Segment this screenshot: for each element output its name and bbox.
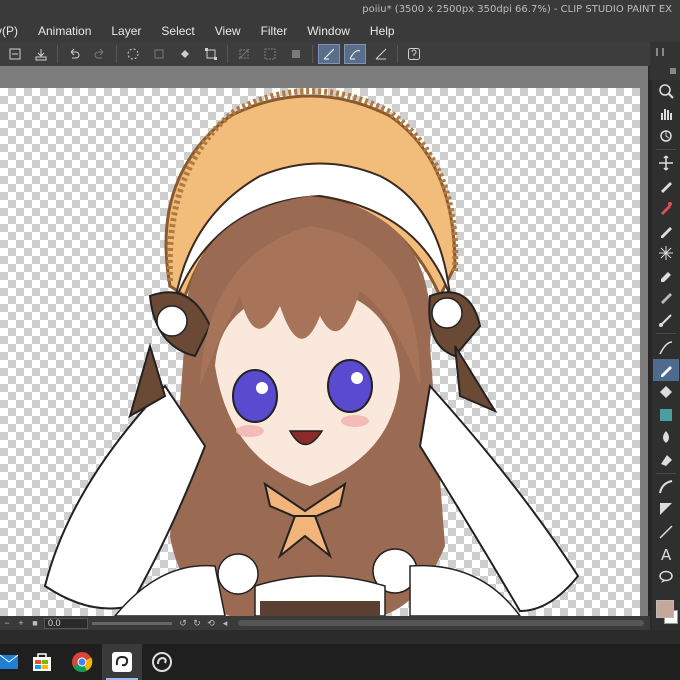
zoom-icon[interactable] (653, 80, 679, 102)
clip-studio-paint-icon[interactable] (142, 644, 182, 680)
menu-filter[interactable]: Filter (251, 20, 298, 42)
selection-icon[interactable] (653, 175, 679, 197)
airbrush-icon[interactable] (653, 287, 679, 309)
rotate-left-icon[interactable]: ↺ (176, 618, 190, 629)
mail-icon[interactable] (0, 644, 22, 680)
transform-icon[interactable] (200, 44, 222, 64)
color-swatches (652, 596, 680, 630)
snap-grid-icon[interactable] (370, 44, 392, 64)
gradient-icon[interactable] (653, 404, 679, 426)
save-icon[interactable] (30, 44, 52, 64)
snap-special-ruler-icon[interactable] (344, 44, 366, 64)
move-icon[interactable] (653, 152, 679, 174)
clear-icon[interactable] (148, 44, 170, 64)
new-file-icon[interactable] (4, 44, 26, 64)
rotation-field[interactable]: 0.0 (44, 617, 88, 629)
palette-header (650, 42, 680, 80)
snap-ruler-icon[interactable] (318, 44, 340, 64)
menu-view[interactable]: View (205, 20, 251, 42)
fill-icon[interactable] (653, 381, 679, 403)
redo-icon[interactable] (89, 44, 111, 64)
menu-story[interactable]: ry(P) (0, 20, 28, 42)
rotate-right-icon[interactable]: ↻ (190, 618, 204, 629)
menu-window[interactable]: Window (297, 20, 360, 42)
help-icon[interactable] (403, 44, 425, 64)
command-bar (0, 42, 650, 66)
horizontal-scrollbar[interactable] (238, 620, 644, 626)
figure-icon[interactable] (653, 426, 679, 448)
hand-icon[interactable] (653, 102, 679, 124)
rotation-slider[interactable] (92, 621, 172, 625)
pencil-icon[interactable] (653, 242, 679, 264)
eraser-icon[interactable] (653, 336, 679, 358)
toolbar-divider (312, 45, 313, 63)
zoom-out-icon[interactable]: − (0, 618, 14, 628)
text-icon[interactable] (653, 476, 679, 498)
menu-animation[interactable]: Animation (28, 20, 101, 42)
frame-icon[interactable] (653, 448, 679, 470)
stop-icon[interactable]: ■ (28, 618, 42, 628)
loading-icon[interactable] (122, 44, 144, 64)
toolbar-divider (57, 45, 58, 63)
windows-taskbar (0, 644, 680, 680)
canvas-area[interactable] (0, 66, 648, 616)
fill-icon[interactable] (174, 44, 196, 64)
toolbar-divider (397, 45, 398, 63)
tool-divider (656, 333, 676, 335)
clip-studio-window: poiiu* (3500 x 2500px 350dpi 66.7%) - CL… (0, 0, 680, 680)
decoration-icon[interactable] (653, 309, 679, 331)
flip-icon[interactable]: ◂ (218, 618, 232, 629)
blend-icon[interactable] (653, 358, 679, 382)
undo-icon[interactable] (63, 44, 85, 64)
balloon-icon[interactable] (653, 498, 679, 520)
chrome-icon[interactable] (62, 644, 102, 680)
eyedropper-icon[interactable] (653, 197, 679, 219)
deselect-icon[interactable] (285, 44, 307, 64)
toolbar-divider (116, 45, 117, 63)
select-all-icon[interactable] (259, 44, 281, 64)
svg-text:A: A (661, 546, 672, 562)
ruler-icon[interactable]: A (653, 543, 679, 565)
window-title: poiiu* (3500 x 2500px 350dpi 66.7%) - CL… (362, 4, 672, 15)
zoom-in-icon[interactable]: + (14, 618, 28, 628)
tool-divider (656, 149, 676, 151)
menu-help[interactable]: Help (360, 20, 405, 42)
menu-select[interactable]: Select (151, 20, 204, 42)
store-icon[interactable] (22, 644, 62, 680)
pen-icon[interactable] (653, 219, 679, 241)
menu-layer[interactable]: Layer (101, 20, 151, 42)
main-color-swatch[interactable] (656, 600, 674, 618)
toolbar-divider (227, 45, 228, 63)
hide-selection-icon[interactable] (233, 44, 255, 64)
tool-palette: A (652, 80, 680, 610)
tool-divider (656, 472, 676, 474)
menu-bar: ry(P) Animation Layer Select View Filter… (0, 20, 680, 42)
rotate-icon[interactable] (653, 125, 679, 147)
artwork-illustration (43, 88, 580, 616)
clip-studio-icon[interactable] (102, 644, 142, 680)
speech-balloon-icon[interactable] (653, 565, 679, 587)
title-bar: poiiu* (3500 x 2500px 350dpi 66.7%) - CL… (0, 0, 680, 20)
canvas-status-bar: − + ■ 0.0 ↺ ↻ ⟲ ◂ (0, 616, 650, 630)
correct-line-icon[interactable] (653, 521, 679, 543)
reset-rotation-icon[interactable]: ⟲ (204, 618, 218, 629)
brush-icon[interactable] (653, 264, 679, 286)
